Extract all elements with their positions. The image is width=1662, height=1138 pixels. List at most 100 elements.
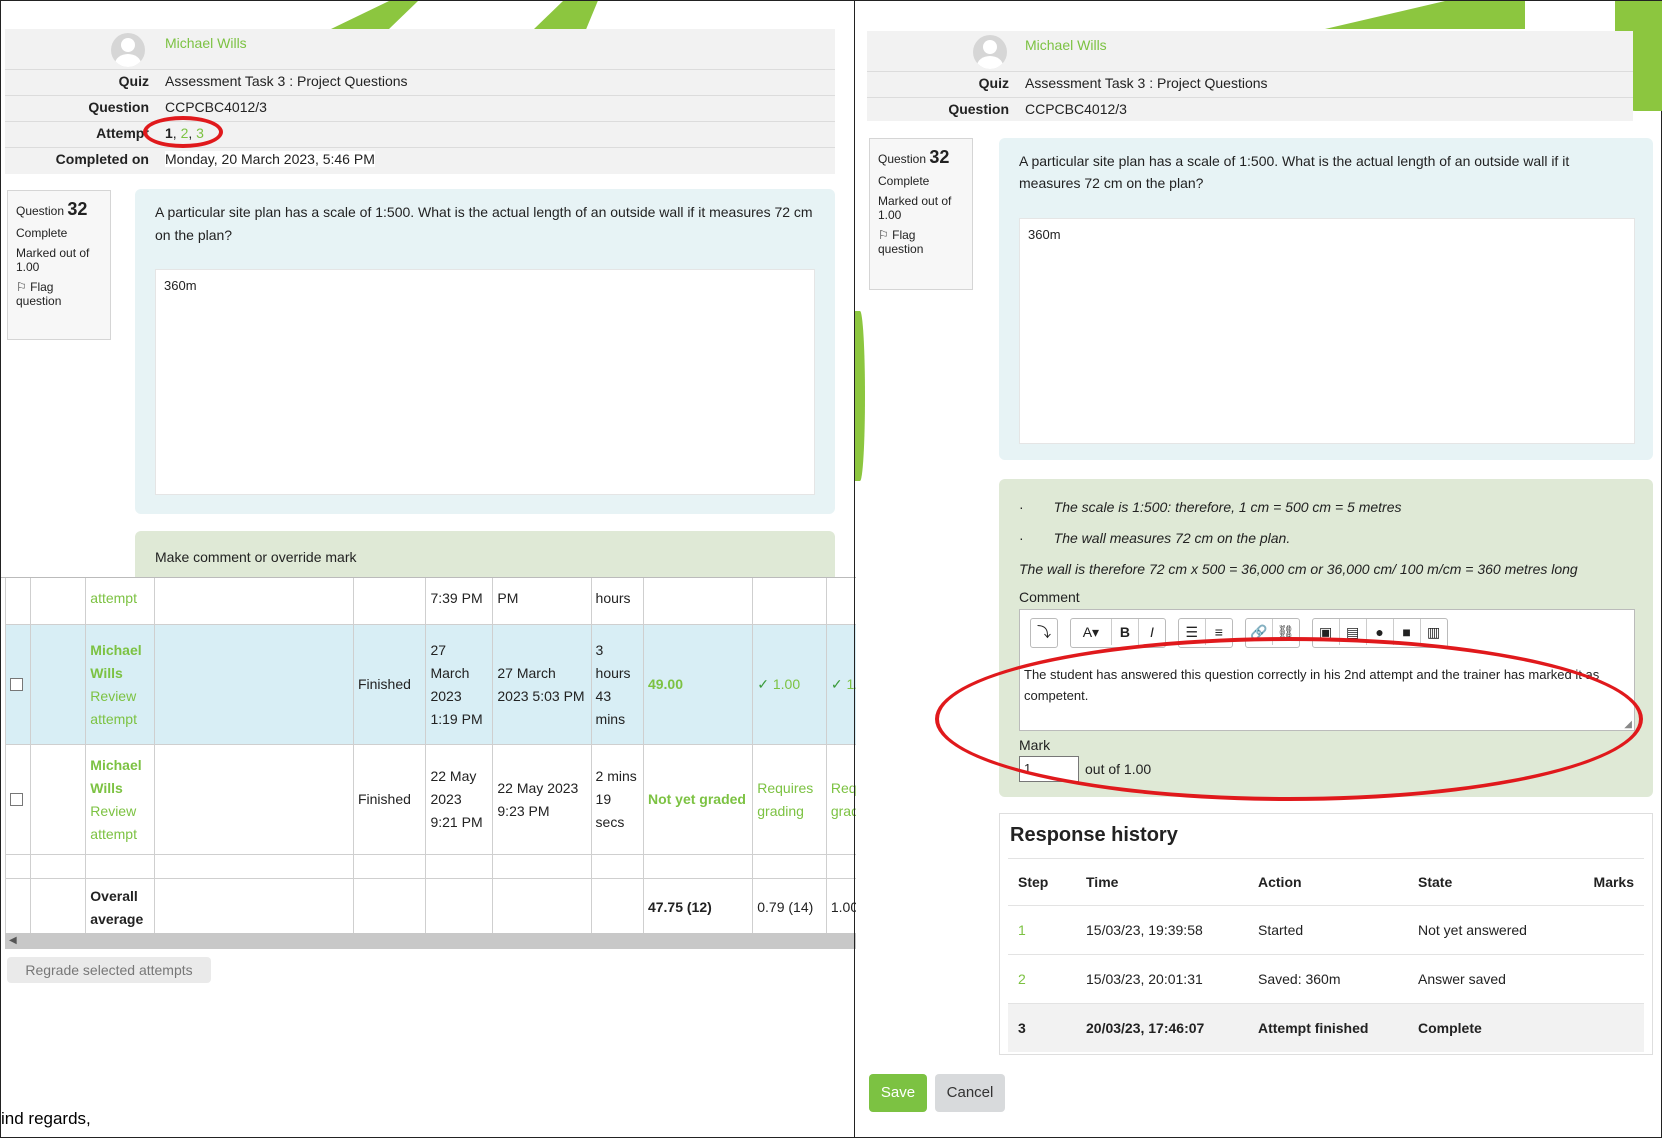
question-text: A particular site plan has a scale of 1:… <box>1019 153 1570 191</box>
question-text: A particular site plan has a scale of 1:… <box>155 204 813 243</box>
question-status: Complete <box>878 174 930 188</box>
email-footer-text: ind regards, <box>1 1109 91 1128</box>
question-info-box: Question 32 Complete Marked out of 1.00 … <box>869 138 973 290</box>
history-header-marks: Marks <box>1568 858 1644 906</box>
quiz-label: Quiz <box>118 73 149 89</box>
question-value: CCPCBC4012/3 <box>1025 101 1127 117</box>
review-attempt-link[interactable]: Review attempt <box>90 800 150 846</box>
feedback-bullet: · The scale is 1:500: therefore, 1 cm = 5… <box>1019 499 1402 515</box>
font-style-icon[interactable]: A▾ <box>1071 619 1112 645</box>
left-screenshot: Michael Wills Quiz Assessment Task 3 : P… <box>0 0 856 1138</box>
question-status: Complete <box>16 226 68 240</box>
paste-icon[interactable]: ▥ <box>1421 619 1447 645</box>
overall-q2: 1.00 ( <box>825 878 856 937</box>
red-annotation-circle-comment <box>935 637 1643 801</box>
flag-icon: ⚐ <box>878 228 889 242</box>
table-row: attempt 7:39 PM PM hours <box>5 578 856 625</box>
q1-mark[interactable]: ✓ 1.00 <box>752 624 827 745</box>
avatar[interactable] <box>973 35 1007 69</box>
grade-link[interactable]: 49.00 <box>642 624 754 745</box>
red-annotation-circle-attempts <box>143 116 223 148</box>
question-label: Question <box>948 101 1009 117</box>
question-label: Question <box>88 99 149 115</box>
history-step-link[interactable]: 1 <box>1008 905 1076 955</box>
quiz-label: Quiz <box>978 75 1009 91</box>
answer-field: 360m <box>1019 218 1635 444</box>
question-value: CCPCBC4012/3 <box>165 99 267 115</box>
scroll-left-arrow-icon[interactable]: ◀ <box>9 935 17 946</box>
flag-question[interactable]: ⚐ Flag question <box>878 228 964 256</box>
quiz-value: Assessment Task 3 : Project Questions <box>1025 75 1268 91</box>
toolbar-toggle-icon[interactable]: ⤵ <box>1031 619 1057 645</box>
started-on: 27 March 2023 1:19 PM <box>425 624 494 745</box>
question-content: A particular site plan has a scale of 1:… <box>135 189 835 514</box>
q2-mark[interactable]: Requi gradi <box>825 744 856 855</box>
question-number: 32 <box>929 147 950 167</box>
check-icon: ✓ <box>757 676 769 692</box>
background-logo-swoosh <box>855 311 865 481</box>
history-header-state: State <box>1408 858 1568 906</box>
row-checkbox[interactable] <box>10 678 23 691</box>
attempt-state: Finished <box>352 744 427 855</box>
italic-icon[interactable]: I <box>1139 619 1165 645</box>
comment-label: Comment <box>1019 589 1080 605</box>
quiz-value: Assessment Task 3 : Project Questions <box>165 73 408 89</box>
feedback-summary: The wall is therefore 72 cm x 500 = 36,0… <box>1019 561 1578 577</box>
user-name-link[interactable]: Michael Wills <box>165 35 247 51</box>
overall-average-row: Overall average 47.75 (12) 0.79 (14) 1.0… <box>5 878 856 937</box>
table-row: 1 15/03/23, 19:39:58 Started Not yet ans… <box>1008 905 1644 955</box>
grade-link[interactable]: Not yet graded <box>642 744 754 855</box>
completed-value: Monday, 20 March 2023, 5:46 PM <box>165 151 375 167</box>
regrade-selected-button[interactable]: Regrade selected attempts <box>7 957 211 983</box>
response-history-table: Step Time Action State Marks 1 15/03/23,… <box>1008 858 1644 1052</box>
answer-field: 360m <box>155 269 815 495</box>
completed-on: 27 March 2023 5:03 PM <box>492 624 592 745</box>
table-row: 2 15/03/23, 20:01:31 Saved: 360m Answer … <box>1008 954 1644 1004</box>
attempts-table: attempt 7:39 PM PM hours Michael Wills Re… <box>5 578 856 937</box>
response-history-title: Response history <box>1010 824 1178 846</box>
duration: 2 mins 19 secs <box>590 744 644 855</box>
history-step-current: 3 <box>1008 1003 1076 1052</box>
table-row <box>5 854 856 879</box>
history-header-time: Time <box>1076 858 1248 906</box>
overall-grade: 47.75 (12) <box>642 878 754 937</box>
bold-icon[interactable]: B <box>1112 619 1139 645</box>
flag-icon: ⚐ <box>16 280 27 294</box>
horizontal-scrollbar-track[interactable]: ◀ <box>5 933 856 949</box>
right-screenshot: Michael Wills Quiz Assessment Task 3 : P… <box>854 0 1662 1138</box>
completed-label: Completed on <box>55 151 149 167</box>
duration: 3 hours 43 mins <box>590 624 644 745</box>
cancel-button[interactable]: Cancel <box>935 1074 1005 1112</box>
attempts-table-region: attempt 7:39 PM PM hours Michael Wills Re… <box>1 577 856 938</box>
history-step-link[interactable]: 2 <box>1008 954 1076 1004</box>
response-history: Response history Step Time Action State … <box>999 813 1653 1055</box>
check-icon: ✓ <box>830 676 843 692</box>
student-name-link[interactable]: Michael Wills <box>90 754 150 800</box>
q1-mark[interactable]: Requires grading <box>752 744 827 855</box>
feedback-bullet: · The wall measures 72 cm on the plan. <box>1019 530 1291 546</box>
review-attempt-link[interactable]: Review attempt <box>90 685 150 731</box>
attempt-summary: Michael Wills Quiz Assessment Task 3 : P… <box>867 31 1633 121</box>
attempt-state: Finished <box>352 624 427 745</box>
started-on: 22 May 2023 9:21 PM <box>425 744 494 855</box>
overall-average-label: Overall average <box>85 878 156 937</box>
background-logo-swoosh <box>1325 1 1525 29</box>
table-row: Michael Wills Review attempt Finished 27 M… <box>5 624 856 745</box>
student-name-link[interactable]: Michael Wills <box>90 639 150 685</box>
review-attempt-link[interactable]: attempt <box>85 578 156 625</box>
question-marked: Marked out of 1.00 <box>16 246 90 274</box>
q2-mark[interactable]: ✓ 1.( <box>825 624 856 745</box>
row-checkbox[interactable] <box>10 793 23 806</box>
avatar[interactable] <box>111 33 145 67</box>
question-content: A particular site plan has a scale of 1:… <box>999 138 1653 460</box>
save-button[interactable]: Save <box>869 1074 927 1112</box>
overall-q1: 0.79 (14) <box>752 878 827 937</box>
history-header-step: Step <box>1008 858 1076 906</box>
question-number: 32 <box>67 199 88 219</box>
comment-override-link[interactable]: Make comment or override mark <box>155 549 357 565</box>
flag-question[interactable]: ⚐ Flag question <box>16 280 102 308</box>
background-logo-swoosh <box>331 1 598 29</box>
user-name-link[interactable]: Michael Wills <box>1025 37 1107 53</box>
table-row: 3 20/03/23, 17:46:07 Attempt finished Co… <box>1008 1003 1644 1052</box>
question-info-box: Question 32 Complete Marked out of 1.00 … <box>7 190 111 340</box>
